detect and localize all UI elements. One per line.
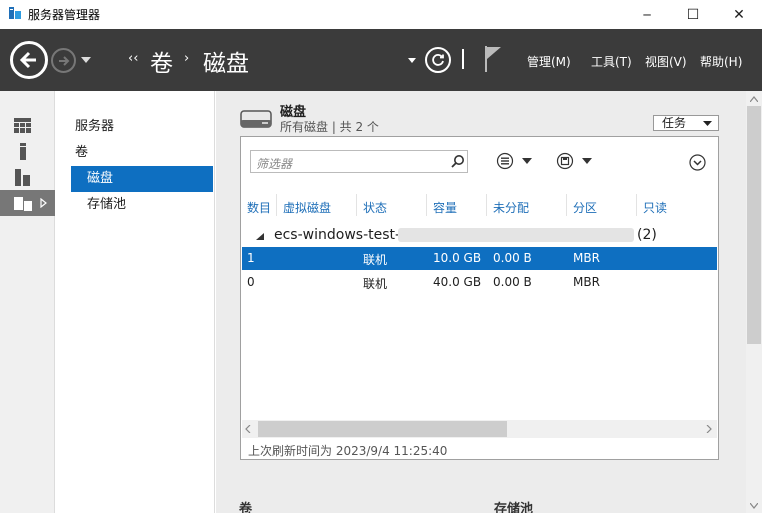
column-divider (356, 194, 357, 216)
column-divider (276, 194, 277, 216)
column-header-virtual-disk[interactable]: 虚拟磁盘 (283, 199, 331, 216)
back-arrow-icon (19, 51, 36, 69)
column-header-readonly[interactable]: 只读 (643, 199, 667, 216)
disks-panel (240, 136, 719, 460)
maximize-icon: ☐ (686, 6, 700, 23)
list-view-options-button[interactable] (496, 152, 536, 170)
column-header-unallocated[interactable]: 未分配 (493, 199, 529, 216)
maximize-button[interactable]: ☐ (670, 0, 716, 29)
sidebar-item-file-storage[interactable] (0, 190, 55, 216)
all-servers-icon (15, 168, 30, 186)
cell-capacity: 10.0 GB (433, 251, 482, 265)
chevron-down-icon (703, 121, 712, 126)
redacted-hostname (398, 228, 634, 242)
cell-unallocated: 0.00 B (493, 275, 532, 289)
role-icon-sidebar (0, 91, 55, 513)
tasks-label: 任务 (662, 116, 687, 130)
notifications-flag-icon[interactable] (484, 46, 502, 72)
save-icon (556, 152, 592, 170)
cell-number: 1 (247, 251, 255, 265)
window-title: 服务器管理器 (28, 8, 101, 22)
horizontal-scroll-thumb[interactable] (258, 421, 507, 437)
column-divider (566, 194, 567, 216)
column-header-number[interactable]: 数目 (247, 199, 271, 216)
scroll-right-icon[interactable] (706, 425, 712, 433)
filter-placeholder: 筛选器 (256, 157, 293, 171)
tree-item-volumes[interactable]: 卷 (71, 140, 213, 166)
scroll-up-icon[interactable] (750, 96, 758, 102)
scroll-down-icon[interactable] (750, 503, 758, 509)
save-query-button[interactable] (556, 152, 596, 170)
navigation-tree: 服务器 卷 磁盘 存储池 (56, 91, 215, 513)
forward-button[interactable] (51, 48, 76, 73)
column-divider (486, 194, 487, 216)
menu-help[interactable]: 帮助(H) (700, 53, 742, 70)
list-options-icon (496, 152, 532, 170)
table-row[interactable]: 1 联机 10.0 GB 0.00 B MBR (242, 247, 717, 270)
scroll-left-icon[interactable] (245, 425, 251, 433)
refresh-icon (432, 54, 444, 66)
local-server-icon (20, 142, 26, 160)
close-icon: ✕ (733, 6, 745, 23)
cell-status: 联机 (363, 253, 388, 267)
cell-number: 0 (247, 275, 255, 289)
volumes-section-title: 卷 (239, 502, 253, 513)
menu-tools[interactable]: 工具(T) (591, 53, 632, 70)
cell-partition: MBR (573, 251, 600, 265)
close-button[interactable]: ✕ (716, 0, 762, 29)
cell-status: 联机 (363, 277, 388, 291)
sidebar-item-dashboard[interactable] (0, 112, 55, 138)
collapse-panel-icon[interactable] (689, 154, 706, 171)
breadcrumb-separator: ‹‹ (128, 51, 139, 66)
column-divider (636, 194, 637, 216)
cell-capacity: 40.0 GB (433, 275, 482, 289)
server-group-name: ecs-windows-test- (274, 227, 401, 243)
server-manager-icon (9, 7, 21, 19)
storage-pools-section-title: 存储池 (494, 502, 534, 513)
refresh-button[interactable] (425, 47, 451, 73)
refresh-dropdown-icon[interactable] (408, 58, 416, 63)
cell-partition: MBR (573, 275, 600, 289)
tree-item-servers[interactable]: 服务器 (71, 114, 213, 140)
toolbar-divider (462, 49, 464, 69)
last-refresh-time: 上次刷新时间为 2023/9/4 11:25:40 (248, 444, 448, 458)
tree-item-storage-pools[interactable]: 存储池 (71, 192, 213, 218)
minimize-icon: ─ (643, 7, 651, 22)
forward-arrow-icon (58, 55, 69, 66)
sidebar-item-local-server[interactable] (0, 138, 55, 164)
breadcrumb-arrow: › (184, 51, 190, 66)
search-icon[interactable] (451, 154, 465, 168)
history-dropdown-icon[interactable] (81, 57, 91, 63)
expand-arrow-icon (40, 198, 47, 208)
column-header-capacity[interactable]: 容量 (433, 199, 457, 216)
file-storage-icon (14, 196, 32, 211)
sidebar-item-all-servers[interactable] (0, 164, 55, 190)
minimize-button[interactable]: ─ (624, 0, 670, 29)
breadcrumb-volumes[interactable]: 卷 (150, 44, 173, 78)
menu-manage[interactable]: 管理(M) (527, 53, 571, 70)
title-bar: 服务器管理器 ─ ☐ ✕ (0, 0, 762, 29)
column-header-status[interactable]: 状态 (363, 199, 387, 216)
navigation-bar: ‹‹ 卷 › 磁盘 管理(M) 工具(T) 视图(V) 帮助(H) (0, 29, 762, 91)
column-divider (426, 194, 427, 216)
breadcrumb-disks[interactable]: 磁盘 (203, 44, 249, 78)
tasks-dropdown[interactable]: 任务 (653, 115, 719, 131)
back-button[interactable] (10, 41, 48, 79)
tree-item-disks[interactable]: 磁盘 (71, 166, 213, 192)
server-group-count: (2) (637, 227, 657, 243)
disk-icon (240, 110, 272, 128)
cell-unallocated: 0.00 B (493, 251, 532, 265)
dashboard-icon (14, 117, 31, 133)
tile-subtitle: 所有磁盘 | 共 2 个 (280, 120, 379, 134)
table-row[interactable]: 0 联机 40.0 GB 0.00 B MBR (242, 271, 717, 294)
column-header-partition[interactable]: 分区 (573, 199, 597, 216)
group-collapse-icon[interactable] (256, 233, 264, 240)
menu-view[interactable]: 视图(V) (645, 53, 687, 70)
vertical-scroll-thumb[interactable] (747, 106, 761, 344)
